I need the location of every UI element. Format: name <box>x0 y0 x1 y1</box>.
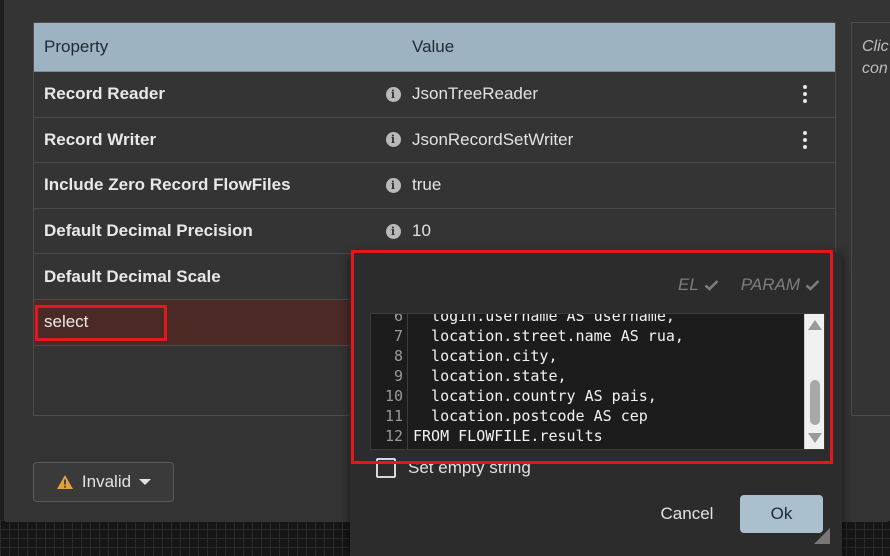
kebab-menu-icon[interactable] <box>803 118 807 163</box>
editor-scrollbar[interactable] <box>804 314 824 449</box>
table-row[interactable]: Include Zero Record FlowFiles i true <box>34 163 835 209</box>
code-editor[interactable]: 6 login.username AS username, 7 location… <box>370 313 825 450</box>
info-icon[interactable]: i <box>385 132 401 148</box>
table-row[interactable]: Record Writer i JsonRecordSetWriter <box>34 118 835 164</box>
code-line: 9 location.state, <box>393 367 567 385</box>
code-line: 11 location.postcode AS cep <box>384 407 648 425</box>
warning-icon <box>56 475 73 489</box>
code-line: 8 location.city, <box>393 347 558 365</box>
property-name: Default Decimal Precision <box>44 221 253 241</box>
code-line: 7 location.street.name AS rua, <box>393 327 684 345</box>
info-icon[interactable]: i <box>385 177 401 193</box>
scroll-up-icon[interactable] <box>808 320 822 330</box>
info-icon[interactable]: i <box>385 223 401 239</box>
editor-toggles: EL PARAM <box>678 275 820 295</box>
code-line: 6 login.username AS username, <box>393 313 675 325</box>
validation-status-button[interactable]: Invalid <box>33 462 174 502</box>
status-label: Invalid <box>81 472 132 491</box>
param-label: PARAM <box>740 275 800 294</box>
info-icon[interactable]: i <box>385 86 401 102</box>
code-line: 10 location.country AS pais, <box>384 387 657 405</box>
property-value[interactable]: JsonRecordSetWriter <box>412 130 835 150</box>
header-value: Value <box>412 37 455 56</box>
code-lines: 6 login.username AS username, 7 location… <box>371 313 824 446</box>
el-toggle[interactable]: EL <box>678 275 719 295</box>
empty-string-option: Set empty string <box>376 458 531 478</box>
el-label: EL <box>678 275 699 294</box>
table-row[interactable]: Record Reader i JsonTreeReader <box>34 72 835 118</box>
empty-string-label: Set empty string <box>408 458 531 477</box>
property-detail-panel: Clic con <box>851 22 890 416</box>
scroll-thumb[interactable] <box>810 380 820 425</box>
property-value[interactable]: 10 <box>412 221 835 241</box>
property-name: select <box>44 312 89 332</box>
scroll-down-icon[interactable] <box>808 433 822 443</box>
property-value[interactable]: JsonTreeReader <box>412 84 835 104</box>
caret-down-icon <box>139 479 152 485</box>
property-value-editor: EL PARAM 6 login.username AS username, 7… <box>350 253 842 556</box>
check-icon <box>805 280 820 291</box>
kebab-menu-icon[interactable] <box>803 72 807 117</box>
table-header: Property Value <box>34 23 835 72</box>
property-name: Include Zero Record FlowFiles <box>44 175 291 195</box>
property-name: Record Writer <box>44 129 157 149</box>
property-name: Record Reader <box>44 84 165 104</box>
code-line: 12 FROM FLOWFILE.results <box>384 427 603 445</box>
empty-string-checkbox[interactable] <box>376 458 396 478</box>
check-icon <box>704 280 719 291</box>
property-value[interactable]: true <box>412 175 835 195</box>
ok-button[interactable]: Ok <box>740 495 823 533</box>
param-toggle[interactable]: PARAM <box>741 275 820 295</box>
header-property: Property <box>44 37 109 56</box>
cancel-button[interactable]: Cancel <box>648 495 726 533</box>
resize-handle-icon[interactable] <box>814 528 830 544</box>
table-row[interactable]: Default Decimal Precision i 10 <box>34 209 835 255</box>
detail-text: Clic con <box>862 38 889 77</box>
property-name: Default Decimal Scale <box>44 266 221 286</box>
